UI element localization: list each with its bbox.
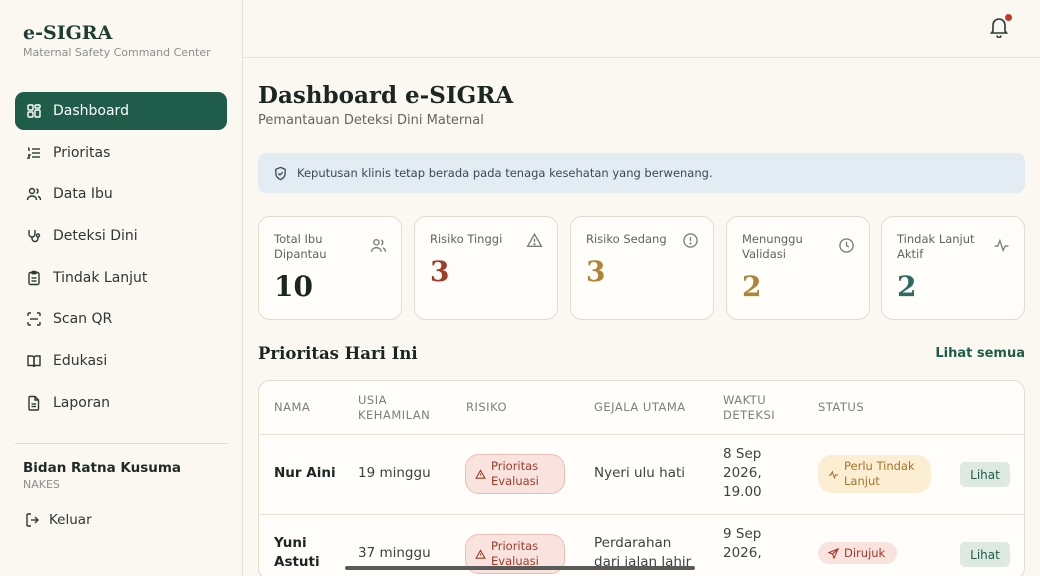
logout-label: Keluar	[49, 512, 92, 528]
column-header: WAKTU DETEKSI	[723, 393, 776, 422]
stat-value: 2	[897, 270, 917, 303]
stat-label: Risiko Sedang	[586, 232, 667, 246]
status-badge: Dirujuk	[818, 542, 898, 564]
stat-label: Menunggu Validasi	[742, 232, 803, 261]
sidebar-item-edukasi[interactable]: Edukasi	[15, 342, 227, 380]
cell-name: Nur Aini	[274, 465, 336, 481]
clinical-notice: Keputusan klinis tetap berada pada tenag…	[258, 153, 1025, 193]
grid-icon	[26, 103, 42, 119]
user-name: Bidan Ratna Kusuma	[23, 460, 182, 476]
sidebar-item-scan-qr[interactable]: Scan QR	[15, 300, 227, 338]
stat-value: 3	[586, 255, 606, 288]
brand-subtitle: Maternal Safety Command Center	[23, 46, 211, 59]
see-all-link[interactable]: Lihat semua	[935, 346, 1025, 361]
column-header: NAMA	[274, 400, 311, 414]
user-role: NAKES	[23, 478, 60, 491]
notice-text: Keputusan klinis tetap berada pada tenag…	[297, 166, 713, 180]
sidebar: e-SIGRA Maternal Safety Command Center D…	[0, 0, 243, 576]
scan-icon	[26, 311, 42, 327]
clipboard-icon	[26, 270, 42, 286]
sidebar-item-data-ibu[interactable]: Data Ibu	[15, 175, 227, 213]
sidebar-item-label: Tindak Lanjut	[53, 269, 148, 286]
notification-dot	[1005, 14, 1012, 21]
sidebar-item-label: Deteksi Dini	[53, 228, 138, 245]
sidebar-item-deteksi-dini[interactable]: Deteksi Dini	[15, 217, 227, 255]
status-label: Perlu Tindak Lanjut	[844, 459, 915, 488]
stat-card-menunggu-validasi: Menunggu Validasi 2	[726, 216, 870, 320]
sidebar-item-label: Laporan	[53, 394, 111, 411]
stethoscope-icon	[26, 228, 42, 244]
stat-card-risiko-sedang: Risiko Sedang 3	[570, 216, 714, 320]
stat-label: Risiko Tinggi	[430, 232, 503, 246]
risk-badge: Prioritas Evaluasi	[465, 454, 565, 494]
sidebar-item-label: Data Ibu	[53, 186, 113, 203]
alert-triangle-icon	[475, 548, 486, 559]
activity-icon	[994, 238, 1009, 253]
sidebar-item-laporan[interactable]: Laporan	[15, 384, 227, 422]
stat-card-risiko-tinggi: Risiko Tinggi 3	[414, 216, 558, 320]
users-icon	[370, 238, 387, 252]
list-ordered-icon	[26, 145, 42, 161]
stat-value: 3	[430, 255, 450, 288]
page-title: Dashboard e-SIGRA	[258, 82, 514, 109]
sidebar-item-label: Scan QR	[53, 311, 113, 328]
info-circle-icon	[683, 233, 698, 248]
view-button[interactable]: Lihat	[960, 462, 1010, 487]
stat-label: Tindak Lanjut Aktif	[897, 232, 975, 261]
stat-card-total-ibu: Total Ibu Dipantau 10	[258, 216, 402, 320]
horizontal-scrollbar[interactable]	[345, 566, 695, 570]
cell-age: 19 minggu	[358, 465, 431, 481]
cell-time: 9 Sep 2026,	[723, 526, 762, 561]
sidebar-nav: Dashboard Prioritas Data Ibu Deteksi Din…	[15, 92, 227, 426]
clock-icon	[839, 238, 854, 253]
send-icon	[828, 547, 839, 559]
view-button[interactable]: Lihat	[960, 542, 1010, 567]
stat-card-tindak-lanjut-aktif: Tindak Lanjut Aktif 2	[881, 216, 1025, 320]
column-header: USIA KEHAMILAN	[358, 393, 431, 422]
sidebar-item-label: Prioritas	[53, 144, 111, 161]
file-icon	[26, 395, 42, 411]
risk-label: Prioritas Evaluasi	[491, 539, 539, 568]
column-header: RISIKO	[466, 400, 508, 414]
logout-button[interactable]: Keluar	[25, 512, 92, 528]
stat-value: 10	[274, 270, 313, 303]
column-header: GEJALA UTAMA	[594, 400, 686, 414]
book-icon	[26, 353, 42, 369]
shield-check-icon	[275, 166, 286, 180]
cell-time: 8 Sep 2026, 19.00	[723, 446, 762, 500]
sidebar-item-prioritas[interactable]: Prioritas	[15, 134, 227, 172]
status-badge: Perlu Tindak Lanjut	[818, 455, 931, 493]
page-subtitle: Pemantauan Deteksi Dini Maternal	[258, 113, 484, 128]
sidebar-item-label: Edukasi	[53, 353, 108, 370]
status-label: Dirujuk	[844, 545, 886, 560]
stat-label: Total Ibu Dipantau	[274, 232, 327, 261]
header-divider	[259, 434, 1024, 435]
brand-title: e-SIGRA	[23, 22, 113, 44]
users-icon	[26, 186, 42, 202]
sidebar-item-label: Dashboard	[53, 103, 129, 119]
cell-name: Yuni Astuti	[274, 535, 320, 570]
stat-value: 2	[742, 270, 762, 303]
activity-icon	[828, 469, 839, 479]
row-divider	[259, 514, 1024, 515]
alert-triangle-icon	[475, 468, 486, 479]
sidebar-divider	[15, 443, 227, 444]
risk-label: Prioritas Evaluasi	[491, 459, 539, 488]
cell-symptom: Nyeri ulu hati	[594, 465, 686, 481]
sidebar-item-dashboard[interactable]: Dashboard	[15, 92, 227, 130]
logout-icon	[26, 513, 39, 527]
alert-triangle-icon	[526, 232, 543, 248]
sidebar-item-tindak-lanjut[interactable]: Tindak Lanjut	[15, 259, 227, 297]
section-title: Prioritas Hari Ini	[258, 344, 418, 363]
cell-age: 37 minggu	[358, 545, 431, 561]
priority-table: NAMA USIA KEHAMILAN RISIKO GEJALA UTAMA …	[258, 380, 1025, 576]
column-header: STATUS	[818, 400, 865, 414]
top-bar	[243, 0, 1040, 58]
